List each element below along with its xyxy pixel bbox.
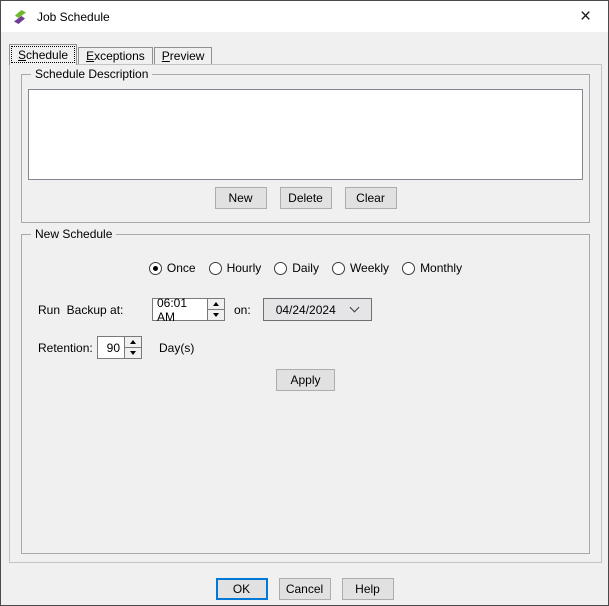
retention-spin-down-button[interactable] bbox=[125, 347, 141, 358]
clear-button[interactable]: Clear bbox=[345, 187, 397, 209]
schedule-description-legend: Schedule Description bbox=[31, 67, 152, 82]
schedule-description-group: Schedule Description New Delete Clear bbox=[21, 74, 590, 223]
delete-button[interactable]: Delete bbox=[280, 187, 332, 209]
radio-weekly[interactable]: Weekly bbox=[332, 261, 389, 275]
tab-exceptions[interactable]: Exceptions bbox=[78, 47, 153, 64]
time-spin-up-button[interactable] bbox=[208, 299, 224, 309]
help-button[interactable]: Help bbox=[342, 578, 394, 600]
cancel-button[interactable]: Cancel bbox=[279, 578, 331, 600]
arrow-down-icon bbox=[213, 313, 219, 317]
time-spin-down-button[interactable] bbox=[208, 309, 224, 320]
new-schedule-group: New Schedule Once Hourly Daily Weekly Mo… bbox=[21, 234, 590, 554]
dialog-footer: OK Cancel Help bbox=[1, 578, 608, 600]
retention-spin-up-button[interactable] bbox=[125, 337, 141, 347]
new-schedule-legend: New Schedule bbox=[31, 227, 116, 242]
retention-spin-buttons bbox=[124, 337, 141, 358]
run-backup-row: Run Backup at: 06:01 AM on: 04/24/2024 bbox=[38, 298, 372, 321]
radio-hourly[interactable]: Hourly bbox=[209, 261, 262, 275]
backup-time-spinner[interactable]: 06:01 AM bbox=[152, 298, 225, 321]
radio-once[interactable]: Once bbox=[149, 261, 196, 275]
new-button[interactable]: New bbox=[215, 187, 267, 209]
radio-monthly-icon bbox=[402, 262, 415, 275]
ok-button[interactable]: OK bbox=[216, 578, 268, 600]
retention-unit-label: Day(s) bbox=[159, 341, 194, 355]
retention-spinner[interactable]: 90 bbox=[97, 336, 142, 359]
tab-strip: Schedule Exceptions Preview bbox=[9, 45, 213, 65]
close-button[interactable]: × bbox=[563, 2, 608, 32]
radio-once-icon bbox=[149, 262, 162, 275]
radio-weekly-icon bbox=[332, 262, 345, 275]
tab-schedule[interactable]: Schedule bbox=[9, 44, 77, 65]
title-bar: Job Schedule × bbox=[1, 1, 608, 32]
arrow-up-icon bbox=[130, 340, 136, 344]
arrow-up-icon bbox=[213, 302, 219, 306]
schedule-tab-panel: Schedule Description New Delete Clear Ne… bbox=[9, 64, 602, 563]
retention-label: Retention: bbox=[38, 341, 97, 355]
radio-hourly-icon bbox=[209, 262, 222, 275]
close-icon: × bbox=[580, 7, 591, 26]
app-logo-icon bbox=[12, 9, 28, 25]
apply-row: Apply bbox=[22, 369, 589, 391]
radio-daily[interactable]: Daily bbox=[274, 261, 319, 275]
date-dropdown[interactable]: 04/24/2024 bbox=[263, 298, 372, 321]
apply-button[interactable]: Apply bbox=[276, 369, 335, 391]
frequency-radio-group: Once Hourly Daily Weekly Monthly bbox=[22, 261, 589, 275]
radio-monthly[interactable]: Monthly bbox=[402, 261, 462, 275]
retention-row: Retention: 90 Day(s) bbox=[38, 336, 194, 359]
job-schedule-dialog: Job Schedule × Schedule Exceptions Previ… bbox=[0, 0, 609, 606]
schedule-description-buttons: New Delete Clear bbox=[22, 187, 589, 209]
date-value: 04/24/2024 bbox=[276, 303, 336, 317]
chevron-down-icon bbox=[349, 303, 359, 313]
window-title: Job Schedule bbox=[37, 10, 110, 24]
on-label: on: bbox=[234, 303, 251, 317]
radio-daily-icon bbox=[274, 262, 287, 275]
schedule-description-list[interactable] bbox=[28, 89, 583, 180]
time-spin-buttons bbox=[207, 299, 224, 320]
arrow-down-icon bbox=[130, 351, 136, 355]
backup-time-value: 06:01 AM bbox=[153, 299, 207, 320]
tab-preview[interactable]: Preview bbox=[154, 47, 213, 64]
retention-value: 90 bbox=[98, 337, 124, 358]
run-backup-label: Run Backup at: bbox=[38, 303, 152, 317]
